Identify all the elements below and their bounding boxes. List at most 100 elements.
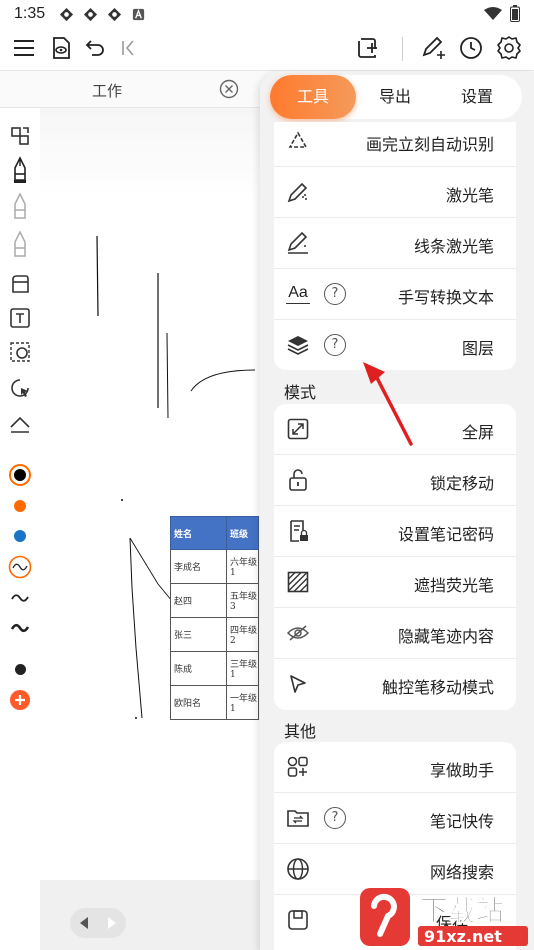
color-blue[interactable] xyxy=(8,524,32,548)
handwriting-text-icon: Aa xyxy=(286,282,310,304)
help-icon[interactable]: ? xyxy=(324,283,346,305)
menu-item-label: 设置笔记密码 xyxy=(397,525,494,544)
collapse-left-icon xyxy=(122,40,134,56)
app-notification-icon xyxy=(133,8,145,20)
menu-item-label: 网络搜索 xyxy=(429,863,494,882)
pencil-tool[interactable] xyxy=(8,192,32,219)
table-cell: 赵四 xyxy=(170,583,227,618)
settings-button[interactable] xyxy=(495,34,523,62)
menu-icon xyxy=(14,40,34,56)
menu-item-label: 笔记快传 xyxy=(429,812,494,831)
status-time: 1:35 xyxy=(14,5,46,22)
menu-item-auto-recognize[interactable]: 画完立刻自动识别 xyxy=(274,122,516,167)
color-orange[interactable] xyxy=(8,494,32,518)
menu-item-assistant[interactable]: 享做助手 xyxy=(274,742,516,793)
app-notification-icon xyxy=(84,7,98,21)
handwriting-text-icon-label: Aa xyxy=(288,283,308,301)
pen-settings-button[interactable] xyxy=(419,34,447,62)
toolbar-divider xyxy=(402,37,403,61)
marker-tool[interactable] xyxy=(8,230,32,257)
fullscreen-icon xyxy=(286,417,310,441)
menu-item-label: 遮挡荧光笔 xyxy=(413,576,494,595)
history-button[interactable] xyxy=(457,34,485,62)
fountain-pen-tool[interactable] xyxy=(8,156,32,183)
menu-item-lock-move[interactable]: 锁定移动 xyxy=(274,455,516,506)
menu-item-laser-pen[interactable]: 激光笔 xyxy=(274,167,516,218)
menu-item-label: 享做助手 xyxy=(429,761,494,780)
tab-tools[interactable]: 工具 xyxy=(270,75,356,119)
menu-item-note-transfer[interactable]: ? 笔记快传 xyxy=(274,793,516,844)
shapes-icon xyxy=(11,127,29,145)
section-title-mode: 模式 xyxy=(284,383,317,402)
menu-item-label: 触控笔移动模式 xyxy=(381,678,494,697)
panel-tab-switcher: 工具 导出 设置 xyxy=(270,75,522,119)
tab-export[interactable]: 导出 xyxy=(356,75,434,119)
app-notification-icon xyxy=(60,7,74,21)
stroke-wave-icon xyxy=(11,594,29,602)
text-tool[interactable] xyxy=(8,306,32,330)
layers-icon xyxy=(286,333,310,357)
next-page-icon[interactable] xyxy=(105,915,119,931)
collapse-button[interactable] xyxy=(114,34,142,62)
help-icon[interactable]: ? xyxy=(324,807,346,829)
watermark-url: 91xz.net xyxy=(424,927,502,946)
menu-item-hide-strokes[interactable]: 隐藏笔迹内容 xyxy=(274,608,516,659)
menu-button[interactable] xyxy=(10,34,38,62)
add-page-icon xyxy=(358,38,377,58)
table-cell: 欧阳名 xyxy=(170,685,227,720)
shape-tool[interactable] xyxy=(8,124,32,148)
document-tab-title[interactable]: 工作 xyxy=(92,80,122,101)
folder-transfer-icon xyxy=(286,806,310,830)
table-row: 李成名 六年级1 xyxy=(170,549,259,584)
lasso-select-icon xyxy=(10,342,30,362)
ruler-tool[interactable] xyxy=(8,412,32,436)
status-bar: 1:35 xyxy=(0,0,534,28)
stroke-dot[interactable] xyxy=(8,657,32,681)
tools-group: 画完立刻自动识别 激光笔 线条激光笔 Aa ? 手写转换文本 ? 图层 xyxy=(274,122,516,370)
stroke-thin-selected[interactable] xyxy=(8,555,32,579)
globe-icon xyxy=(286,857,310,881)
color-black-selected[interactable] xyxy=(8,463,32,487)
menu-item-label: 激光笔 xyxy=(445,186,494,205)
menu-item-label: 手写转换文本 xyxy=(397,288,494,307)
close-tab-icon[interactable] xyxy=(219,79,239,99)
menu-item-mask-highlighter[interactable]: 遮挡荧光笔 xyxy=(274,557,516,608)
add-color-button[interactable] xyxy=(8,688,32,712)
eraser-tool[interactable] xyxy=(8,272,32,296)
section-title-other: 其他 xyxy=(284,722,317,741)
eraser-icon xyxy=(12,275,29,293)
lasso-tool[interactable] xyxy=(8,340,32,364)
note-password-icon xyxy=(286,519,310,543)
preview-button[interactable] xyxy=(47,34,75,62)
table-header-cell: 姓名 xyxy=(170,516,227,550)
table-cell: 李成名 xyxy=(170,549,227,584)
menu-item-line-laser-pen[interactable]: 线条激光笔 xyxy=(274,218,516,269)
stroke-thick[interactable] xyxy=(8,616,32,640)
tab-settings[interactable]: 设置 xyxy=(434,75,520,119)
table-cell: 一年级1 xyxy=(226,685,259,720)
undo-button[interactable] xyxy=(81,34,109,62)
table-row: 陈成 三年级1 xyxy=(170,651,259,686)
selection-tool[interactable] xyxy=(8,376,32,400)
stroke-medium[interactable] xyxy=(8,586,32,610)
app-notification-icon xyxy=(108,7,122,21)
document-preview-icon xyxy=(53,37,70,59)
table-header-row: 姓名 班级 xyxy=(170,516,259,550)
stylus-cursor-icon xyxy=(286,672,310,696)
page-navigator xyxy=(70,908,126,938)
help-icon[interactable]: ? xyxy=(324,334,346,356)
table-cell: 六年级1 xyxy=(226,549,259,584)
table-cell: 四年级2 xyxy=(226,617,259,652)
menu-item-handwriting-to-text[interactable]: Aa ? 手写转换文本 xyxy=(274,269,516,320)
table-row: 赵四 五年级3 xyxy=(170,583,259,618)
add-page-button[interactable] xyxy=(354,34,382,62)
menu-item-label: 隐藏笔迹内容 xyxy=(397,627,494,646)
eye-hidden-icon xyxy=(286,621,310,645)
menu-item-stylus-move-mode[interactable]: 触控笔移动模式 xyxy=(274,659,516,710)
table-cell: 张三 xyxy=(170,617,227,652)
menu-item-label: 图层 xyxy=(461,339,494,358)
menu-item-note-password[interactable]: 设置笔记密码 xyxy=(274,506,516,557)
previous-page-icon[interactable] xyxy=(77,915,91,931)
assistant-icon xyxy=(286,755,310,779)
table-cell: 陈成 xyxy=(170,651,227,686)
